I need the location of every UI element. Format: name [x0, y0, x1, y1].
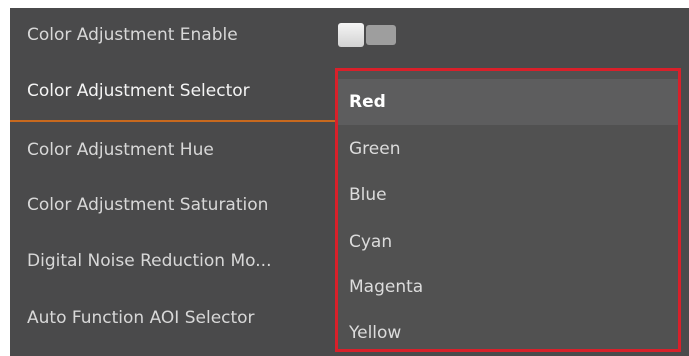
property-label: Color Adjustment Enable: [27, 25, 238, 45]
dropdown-option-magenta[interactable]: Magenta: [338, 264, 678, 310]
toggle-knob[interactable]: [338, 23, 364, 47]
dropdown-option-yellow[interactable]: Yellow: [338, 310, 678, 356]
property-row-color-adjustment-enable[interactable]: Color Adjustment Enable: [10, 12, 340, 58]
color-selector-dropdown-list[interactable]: Red Green Blue Cyan Magenta Yellow: [335, 68, 681, 352]
property-panel: Color Adjustment Enable Color Adjustment…: [10, 8, 689, 356]
dropdown-option-cyan[interactable]: Cyan: [338, 219, 678, 265]
property-row-digital-noise-reduction-mode[interactable]: Digital Noise Reduction Mo...: [10, 238, 340, 284]
property-row-color-adjustment-hue[interactable]: Color Adjustment Hue: [10, 127, 340, 173]
dropdown-option-blue[interactable]: Blue: [338, 172, 678, 218]
property-label: Digital Noise Reduction Mo...: [27, 251, 272, 271]
property-row-color-adjustment-saturation[interactable]: Color Adjustment Saturation: [10, 182, 340, 228]
property-label: Color Adjustment Selector: [27, 81, 250, 101]
property-label: Color Adjustment Hue: [27, 140, 214, 160]
color-adjustment-enable-toggle[interactable]: [338, 23, 398, 47]
toggle-track: [366, 25, 396, 45]
property-row-color-adjustment-selector[interactable]: Color Adjustment Selector: [10, 68, 340, 114]
property-label: Color Adjustment Saturation: [27, 195, 269, 215]
dropdown-option-green[interactable]: Green: [338, 126, 678, 172]
property-label: Auto Function AOI Selector: [27, 308, 255, 328]
dropdown-option-red[interactable]: Red: [338, 79, 678, 125]
property-row-auto-function-aoi-selector[interactable]: Auto Function AOI Selector: [10, 295, 340, 341]
